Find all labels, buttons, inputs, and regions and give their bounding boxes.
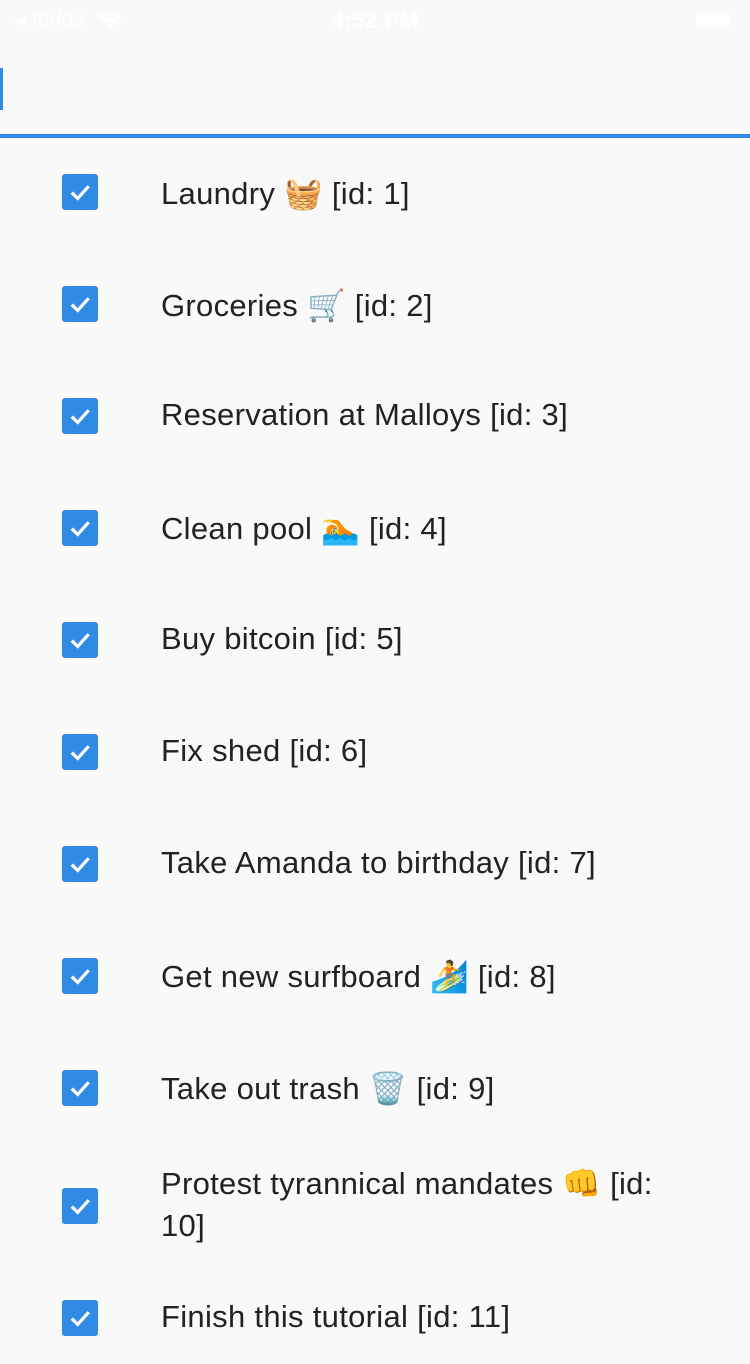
todo-label: Protest tyrannical mandates 👊 [id: 10] [161, 1166, 653, 1243]
checkbox-checked-icon[interactable] [62, 1188, 98, 1224]
todo-item[interactable]: Finish this tutorial [id: 11] [0, 1264, 750, 1364]
checkbox-checked-icon[interactable] [62, 286, 98, 322]
todo-item[interactable]: Clean pool 🏊 [id: 4] [0, 474, 750, 586]
todo-item[interactable]: Groceries 🛒 [id: 2] [0, 250, 750, 362]
checkbox-checked-icon[interactable] [62, 1070, 98, 1106]
todo-item[interactable]: Reservation at Malloys [id: 3] [0, 362, 750, 474]
todo-label: Get new surfboard 🏄 [id: 8] [161, 959, 556, 994]
todo-item[interactable]: Get new surfboard 🏄 [id: 8] [0, 922, 750, 1034]
todo-item[interactable]: Protest tyrannical mandates 👊 [id: 10] [0, 1146, 750, 1264]
todo-label: Fix shed [id: 6] [161, 733, 368, 768]
todo-item[interactable]: Take out trash 🗑️ [id: 9] [0, 1034, 750, 1146]
todo-item[interactable]: Laundry 🧺 [id: 1] [0, 138, 750, 250]
todo-label: Finish this tutorial [id: 11] [161, 1299, 511, 1334]
battery-icon [696, 13, 730, 27]
todo-label: Take Amanda to birthday [id: 7] [161, 845, 596, 880]
todo-item[interactable]: Fix shed [id: 6] [0, 698, 750, 810]
checkbox-checked-icon[interactable] [62, 734, 98, 770]
checkbox-checked-icon[interactable] [62, 398, 98, 434]
todo-label: Reservation at Malloys [id: 3] [161, 397, 569, 432]
todo-label: Buy bitcoin [id: 5] [161, 621, 403, 656]
checkbox-checked-icon[interactable] [62, 958, 98, 994]
checkbox-checked-icon[interactable] [62, 510, 98, 546]
todo-list: Laundry 🧺 [id: 1] Groceries 🛒 [id: 2] Re… [0, 138, 750, 1364]
todo-label: Clean pool 🏊 [id: 4] [161, 511, 447, 546]
checkbox-checked-icon[interactable] [62, 622, 98, 658]
checkbox-checked-icon[interactable] [62, 846, 98, 882]
checkbox-checked-icon[interactable] [62, 1300, 98, 1336]
new-todo-area [0, 40, 750, 134]
todo-label: Take out trash 🗑️ [id: 9] [161, 1071, 495, 1106]
todo-label: Groceries 🛒 [id: 2] [161, 288, 433, 323]
status-bar: ◀ todos 4:52 PM [0, 0, 750, 40]
status-time: 4:52 PM [331, 7, 419, 33]
new-todo-input[interactable] [0, 68, 704, 112]
todo-label: Laundry 🧺 [id: 1] [161, 176, 410, 211]
todo-item[interactable]: Take Amanda to birthday [id: 7] [0, 810, 750, 922]
todo-item[interactable]: Buy bitcoin [id: 5] [0, 586, 750, 698]
checkbox-checked-icon[interactable] [62, 174, 98, 210]
